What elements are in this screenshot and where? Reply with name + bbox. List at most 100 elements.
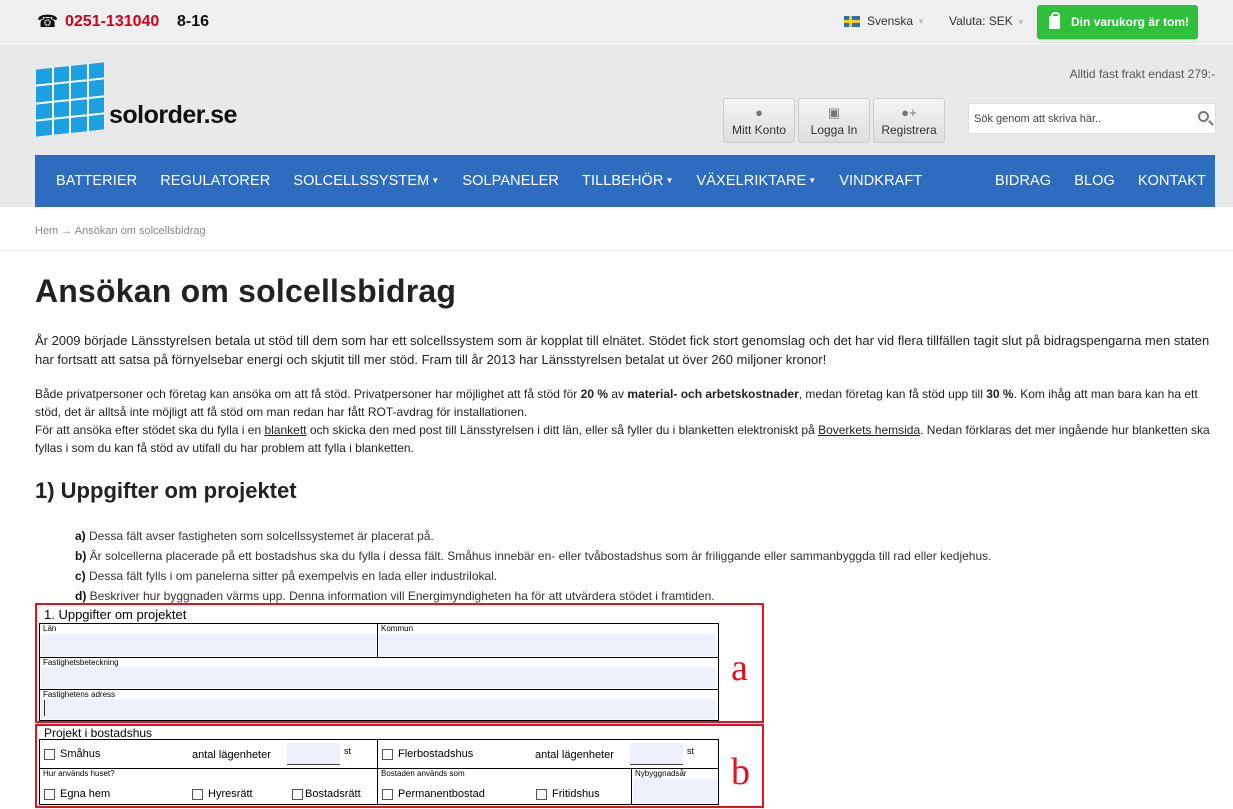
nav-right-group: BIDRAG BLOG KONTAKT bbox=[972, 155, 1215, 207]
field-label: Kommun bbox=[381, 624, 414, 633]
field-label: Län bbox=[43, 624, 57, 633]
nav-item-regulatorer[interactable]: REGULATORER bbox=[160, 173, 270, 189]
hint-text: Är solcellerna placerade på ett bostadsh… bbox=[86, 549, 992, 563]
nav-label: SOLPANELER bbox=[462, 173, 559, 189]
list-item: a) Dessa fält avser fastigheten som solc… bbox=[75, 526, 991, 546]
register-label: Registrera bbox=[881, 123, 937, 137]
nav-item-vindkraft[interactable]: VINDKRAFT bbox=[839, 173, 922, 189]
bostadsratt-checkbox[interactable]: Bostadsrätt bbox=[292, 788, 361, 800]
field-label: Bostaden används som bbox=[381, 769, 465, 778]
list-item: b) Är solcellerna placerade på ett bosta… bbox=[75, 546, 991, 566]
breadcrumb-current: Ansökan om solcellsbidrag bbox=[74, 225, 206, 237]
nav-label: SOLCELLSSYSTEM bbox=[293, 173, 430, 189]
permanentbostad-checkbox[interactable]: Permanentbostad bbox=[382, 788, 485, 800]
adress-field[interactable]: Fastighetens adress bbox=[40, 690, 718, 721]
swedish-flag-icon bbox=[844, 15, 860, 27]
field-fill bbox=[379, 634, 716, 656]
hint-list: a) Dessa fält avser fastigheten som solc… bbox=[75, 526, 991, 606]
smahus-antal-input[interactable] bbox=[287, 743, 340, 765]
section-title: 1) Uppgifter om projektet bbox=[35, 478, 297, 503]
text-bold: material- och arbetskostnader bbox=[627, 387, 799, 401]
chevron-down-icon: ▼ bbox=[917, 16, 925, 26]
top-bar: ☎ 0251-131040 8-16 Svenska ▼ Valuta: SEK… bbox=[0, 0, 1233, 43]
flerbostadshus-antal-input[interactable] bbox=[630, 743, 683, 765]
hyresratt-checkbox[interactable]: Hyresrätt bbox=[192, 788, 253, 800]
language-selector[interactable]: Svenska ▼ bbox=[844, 14, 925, 28]
hint-text: Beskriver hur byggnaden värms upp. Denna… bbox=[86, 589, 715, 603]
text-run: Både privatpersoner och företag kan ansö… bbox=[35, 387, 581, 401]
nav-item-bidrag[interactable]: BIDRAG bbox=[995, 173, 1051, 189]
nav-item-solcellssystem[interactable]: SOLCELLSSYSTEM ▼ bbox=[293, 173, 439, 189]
field-label: Hur används huset? bbox=[43, 769, 115, 778]
search-icon[interactable] bbox=[1198, 111, 1209, 122]
nav-label: REGULATORER bbox=[160, 173, 271, 189]
checkbox-icon bbox=[292, 788, 303, 800]
text-run: För att ansöka efter stödet ska du fylla… bbox=[35, 423, 265, 437]
language-label: Svenska bbox=[867, 14, 914, 28]
user-plus-icon: ●+ bbox=[901, 105, 917, 120]
checkbox-label: Hyresrätt bbox=[208, 788, 253, 800]
form-b-grid: Småhus antal lägenheter st Flerbostadshu… bbox=[39, 739, 719, 805]
smahus-checkbox[interactable]: Småhus bbox=[44, 748, 100, 760]
nybyggnadsar-field[interactable]: Nybyggnadsår bbox=[632, 769, 718, 805]
nav-item-batterier[interactable]: BATTERIER bbox=[56, 173, 137, 189]
kommun-field[interactable]: Kommun bbox=[378, 624, 718, 658]
opening-hours: 8-16 bbox=[177, 13, 210, 30]
phone-number[interactable]: 0251-131040 bbox=[65, 13, 159, 31]
nav-item-blog[interactable]: BLOG bbox=[1074, 173, 1115, 189]
site-header: solorder.se Alltid fast frakt endast 279… bbox=[0, 44, 1233, 207]
login-button[interactable]: ▣ Logga In bbox=[798, 98, 870, 143]
currency-selector[interactable]: Valuta: SEK ▼ bbox=[949, 14, 1025, 28]
caret-down-icon: ▼ bbox=[808, 176, 817, 185]
checkbox-label: Fritidshus bbox=[552, 788, 600, 800]
checkbox-icon bbox=[536, 788, 547, 800]
fritidshus-checkbox[interactable]: Fritidshus bbox=[536, 788, 600, 800]
register-button[interactable]: ●+ Registrera bbox=[873, 98, 945, 143]
text-run: av bbox=[608, 387, 628, 401]
lan-field[interactable]: Län bbox=[40, 624, 378, 658]
checkbox-icon bbox=[44, 748, 55, 760]
chevron-down-icon: ▼ bbox=[1016, 18, 1025, 27]
freight-note: Alltid fast frakt endast 279:- bbox=[1069, 67, 1215, 81]
search-placeholder: Sök genom att skriva här.. bbox=[974, 113, 1102, 125]
site-logo[interactable]: solorder.se bbox=[36, 62, 237, 137]
egna-hem-checkbox[interactable]: Egna hem bbox=[44, 788, 110, 800]
nav-item-tillbehor[interactable]: TILLBEHÖR ▼ bbox=[582, 173, 674, 189]
search-input[interactable]: Sök genom att skriva här.. bbox=[968, 103, 1216, 134]
nav-label: TILLBEHÖR bbox=[582, 173, 664, 189]
my-account-button[interactable]: ● Mitt Konto bbox=[723, 98, 795, 143]
antal-lagenheter-label: antal lägenheter bbox=[192, 749, 271, 761]
breadcrumb-home[interactable]: Hem bbox=[35, 225, 58, 237]
breadcrumb: Hem → Ansökan om solcellsbidrag bbox=[35, 225, 206, 237]
bostaden-anvands-cell: Bostaden används som Permanentbostad Fri… bbox=[378, 769, 632, 805]
blankett-link[interactable]: blankett bbox=[264, 423, 306, 437]
checkbox-label: Egna hem bbox=[60, 788, 111, 800]
checkbox-label: Småhus bbox=[60, 748, 101, 760]
divider bbox=[0, 250, 1233, 251]
login-label: Logga In bbox=[810, 123, 858, 137]
fastighetsbeteckning-field[interactable]: Fastighetsbeteckning bbox=[40, 658, 718, 690]
hint-key: c) bbox=[75, 569, 86, 583]
cart-button[interactable]: Din varukorg är tom! bbox=[1037, 5, 1198, 39]
nav-item-solpaneler[interactable]: SOLPANELER bbox=[462, 173, 559, 189]
breadcrumb-separator: → bbox=[61, 225, 73, 237]
text-run: , medan företag kan få stöd upp till bbox=[798, 387, 987, 401]
nav-label: VÄXELRIKTARE bbox=[696, 173, 807, 189]
text-bold: 30 % bbox=[986, 387, 1014, 401]
form-a-title: 1. Uppgifter om projektet bbox=[44, 607, 187, 622]
logo-text: solorder.se bbox=[109, 101, 237, 129]
checkbox-icon bbox=[382, 748, 393, 760]
flerbostadshus-cell: Flerbostadshus antal lägenheter st bbox=[378, 740, 718, 769]
flerbostadshus-checkbox[interactable]: Flerbostadshus bbox=[382, 748, 473, 760]
field-fill bbox=[41, 634, 376, 656]
field-fill bbox=[41, 699, 716, 719]
phone-icon: ☎ bbox=[37, 12, 59, 31]
hur-anvands-cell: Hur används huset? Egna hem Hyresrätt Bo… bbox=[40, 769, 378, 805]
nav-item-vaxelriktare[interactable]: VÄXELRIKTARE ▼ bbox=[697, 173, 817, 189]
field-label: Nybyggnadsår bbox=[635, 769, 687, 778]
checkbox-icon bbox=[192, 788, 203, 800]
boverket-link[interactable]: Boverkets hemsida bbox=[818, 423, 920, 437]
nav-item-kontakt[interactable]: KONTAKT bbox=[1138, 173, 1206, 189]
hint-text: Dessa fält fylls i om panelerna sitter p… bbox=[85, 569, 498, 583]
checkbox-icon bbox=[382, 788, 393, 800]
